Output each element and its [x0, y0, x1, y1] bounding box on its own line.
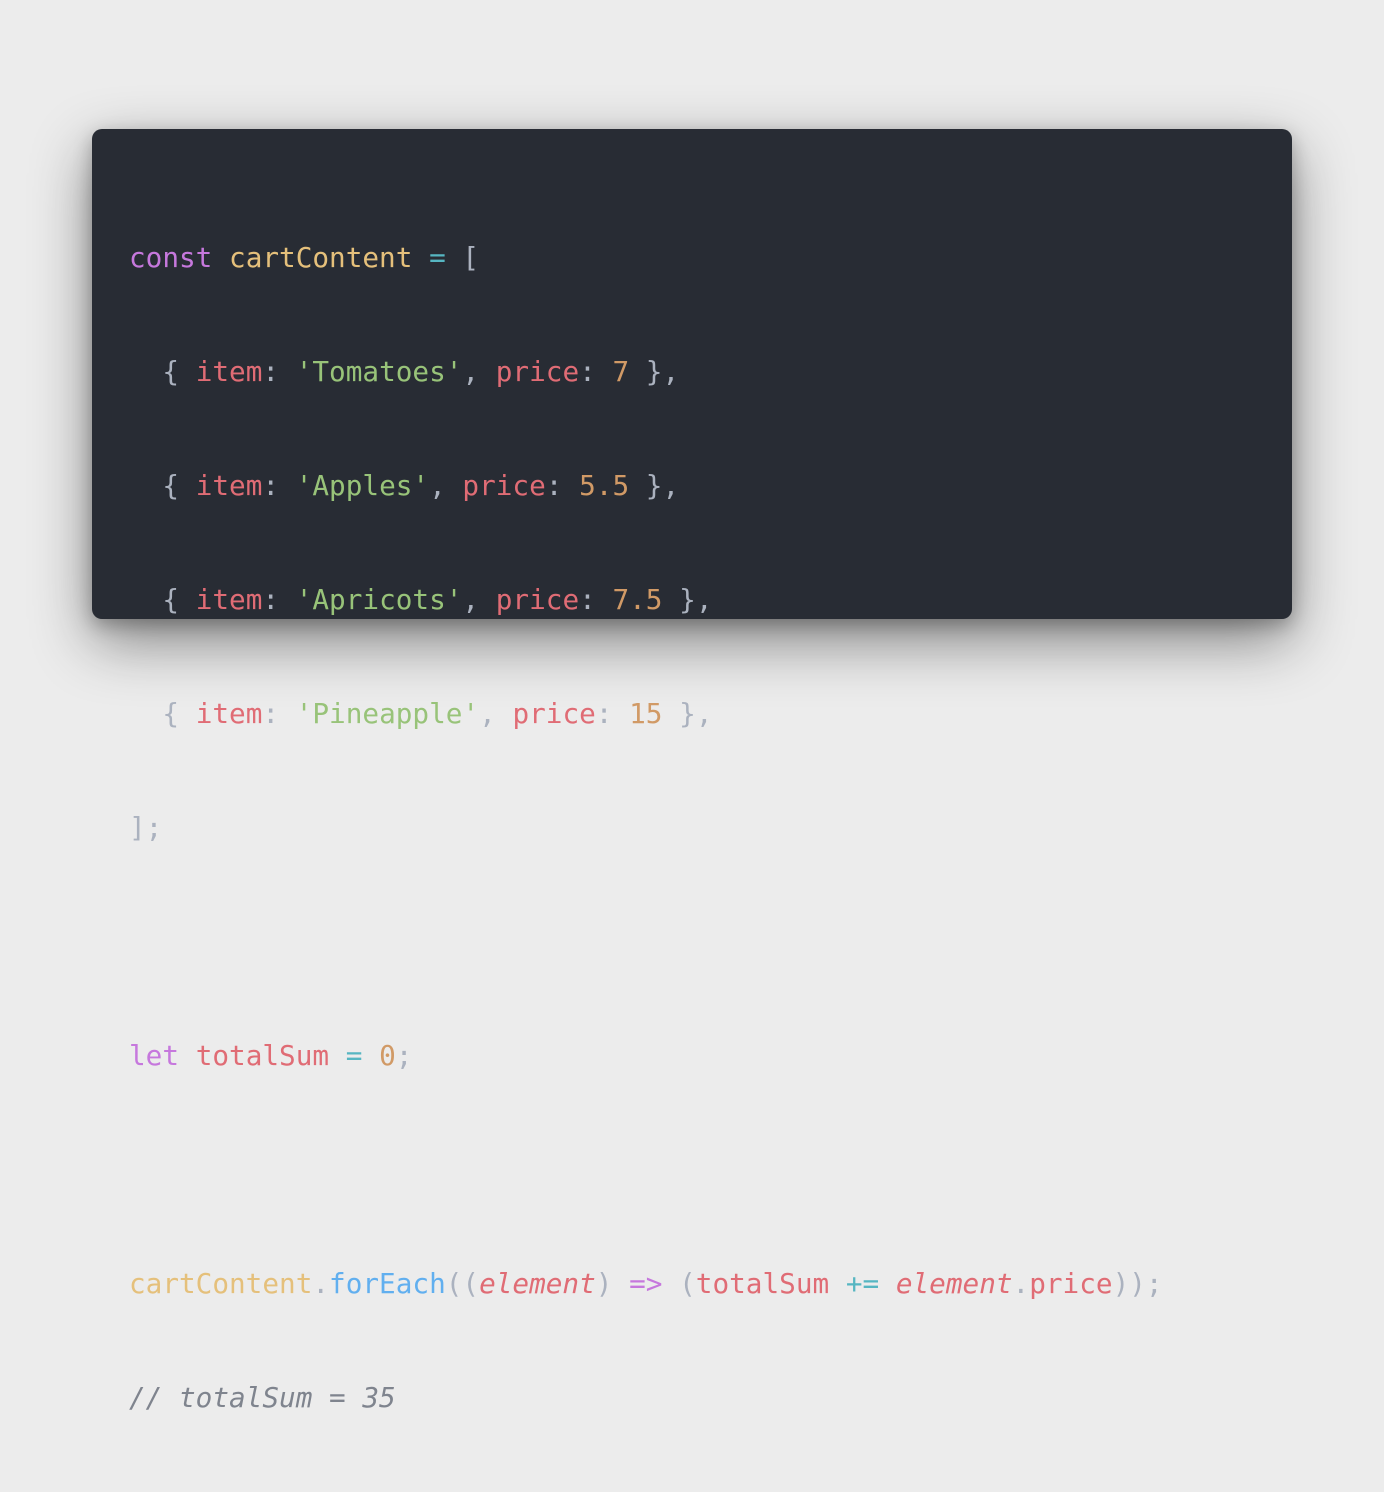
code-line-item-1: { item: 'Tomatoes', price: 7 }, [162, 355, 680, 388]
param-element: element [895, 1267, 1013, 1300]
string-value: 'Apricots' [295, 583, 463, 616]
code-line-blank-1 [129, 923, 1292, 961]
key-item: item [195, 469, 263, 502]
bracket-close: ]; [129, 811, 163, 844]
identifier-cartContent: cartContent [229, 241, 413, 274]
identifier-totalSum: totalSum [695, 1267, 830, 1300]
key-item: item [195, 355, 263, 388]
arrow-operator: => [629, 1267, 663, 1300]
identifier-cartContent: cartContent [129, 1267, 313, 1300]
operator-assign: = [345, 1039, 363, 1072]
method-forEach: forEach [329, 1267, 446, 1300]
key-price: price [495, 583, 580, 616]
identifier-totalSum: totalSum [195, 1039, 330, 1072]
code-snippet-window: const cartContent = [ { item: 'Tomatoes'… [92, 129, 1292, 1414]
bracket-open: [ [462, 241, 480, 274]
keyword-let: let [129, 1039, 180, 1072]
number-value: 7.5 [612, 583, 663, 616]
number-value: 5.5 [579, 469, 630, 502]
operator-assign: = [429, 241, 446, 274]
key-price: price [462, 469, 546, 502]
code-line-close: ]; [129, 809, 1292, 847]
param-element: element [479, 1267, 596, 1300]
code-line-foreach: cartContent.forEach((element) => (totalS… [129, 1267, 1163, 1300]
code-line-1: const cartContent = [ [129, 239, 1292, 277]
code-line-let: let totalSum = 0; [129, 1037, 1292, 1075]
code-line-blank-2 [129, 1151, 1292, 1189]
key-price: price [495, 355, 580, 388]
keyword-const: const [129, 241, 213, 274]
operator-add-assign: += [845, 1267, 880, 1300]
comment: // totalSum = 35 [129, 1381, 396, 1414]
code-line-comment: // totalSum = 35 [129, 1379, 1292, 1417]
string-value: 'Tomatoes' [295, 355, 463, 388]
code-line-item-4: { item: 'Pineapple', price: 15 }, [162, 697, 713, 730]
property-price: price [1029, 1267, 1113, 1300]
key-item: item [195, 583, 263, 616]
string-value: 'Apples' [295, 469, 430, 502]
code-line-item-3: { item: 'Apricots', price: 7.5 }, [162, 583, 713, 616]
key-item: item [195, 697, 263, 730]
key-price: price [512, 697, 596, 730]
number-zero: 0 [379, 1039, 396, 1072]
number-value: 15 [629, 697, 663, 730]
number-value: 7 [612, 355, 630, 388]
semicolon: ; [395, 1039, 413, 1072]
code-block: const cartContent = [ { item: 'Tomatoes'… [129, 163, 1292, 1492]
string-value: 'Pineapple' [295, 697, 480, 730]
code-line-item-2: { item: 'Apples', price: 5.5 }, [162, 469, 680, 502]
